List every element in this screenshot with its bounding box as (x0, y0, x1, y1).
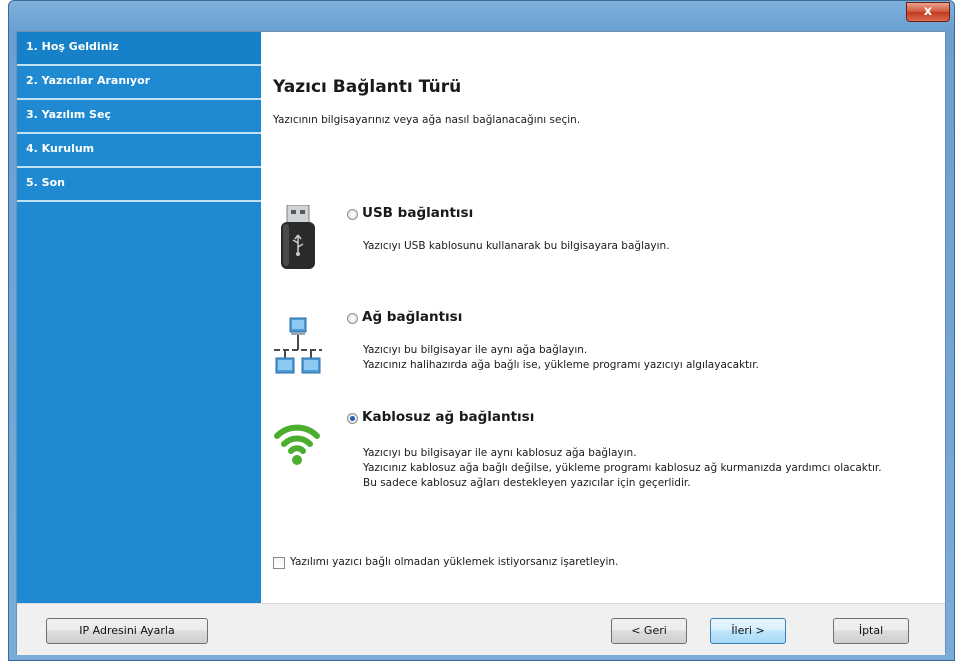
back-button[interactable]: < Geri (611, 618, 687, 644)
wireless-desc-line: Yazıcınız kablosuz ağa bağlı değilse, yü… (363, 462, 882, 474)
install-without-printer-checkbox[interactable] (273, 557, 285, 569)
network-option-description: Yazıcıyı bu bilgisayar ile aynı ağa bağl… (363, 343, 759, 373)
wireless-option-title: Kablosuz ağ bağlantısı (362, 409, 535, 425)
installer-window: x 1. Hoş Geldiniz 2. Yazıcılar Aranıyor … (8, 0, 955, 661)
sidebar-step-select-software: 3. Yazılım Seç (17, 100, 261, 134)
sidebar-step-searching-printers: 2. Yazıcılar Aranıyor (17, 66, 261, 100)
title-bar[interactable]: x (9, 1, 954, 31)
usb-option-description: Yazıcıyı USB kablosunu kullanarak bu bil… (363, 239, 670, 254)
network-option-title: Ağ bağlantısı (362, 309, 463, 325)
sidebar-step-finish: 5. Son (17, 168, 261, 202)
wireless-connection-option[interactable]: Kablosuz ağ bağlantısı Yazıcıyı bu bilgi… (273, 406, 943, 506)
window-client-area: 1. Hoş Geldiniz 2. Yazıcılar Aranıyor 3.… (16, 31, 946, 655)
set-ip-address-button[interactable]: IP Adresini Ayarla (46, 618, 208, 644)
main-panel: Yazıcı Bağlantı Türü Yazıcının bilgisaya… (261, 32, 945, 603)
usb-radio[interactable] (347, 209, 358, 220)
wireless-option-description: Yazıcıyı bu bilgisayar ile aynı kablosuz… (363, 446, 882, 491)
network-connection-option[interactable]: Ağ bağlantısı Yazıcıyı bu bilgisayar ile… (273, 306, 943, 386)
usb-option-title: USB bağlantısı (362, 205, 474, 221)
network-radio[interactable] (347, 313, 358, 324)
network-desc-line: Yazıcınız halihazırda ağa bağlı ise, yük… (363, 359, 759, 371)
sidebar-step-install: 4. Kurulum (17, 134, 261, 168)
wireless-radio[interactable] (347, 413, 358, 424)
footer-bar: IP Adresini Ayarla < Geri İleri > İptal (17, 603, 945, 655)
close-button[interactable]: x (906, 2, 950, 22)
wireless-desc-line: Bu sadece kablosuz ağları destekleyen ya… (363, 477, 691, 489)
sidebar-step-welcome: 1. Hoş Geldiniz (17, 32, 261, 66)
wifi-icon (274, 418, 320, 471)
usb-desc-line: Yazıcıyı USB kablosunu kullanarak bu bil… (363, 240, 670, 252)
page-subtitle: Yazıcının bilgisayarınız veya ağa nasıl … (273, 114, 581, 126)
usb-connection-option[interactable]: USB bağlantısı Yazıcıyı USB kablosunu ku… (273, 202, 943, 272)
network-desc-line: Yazıcıyı bu bilgisayar ile aynı ağa bağl… (363, 344, 588, 356)
network-icon (274, 316, 322, 381)
cancel-button[interactable]: İptal (833, 618, 909, 644)
wireless-desc-line: Yazıcıyı bu bilgisayar ile aynı kablosuz… (363, 447, 637, 459)
page-title: Yazıcı Bağlantı Türü (273, 77, 462, 97)
usb-drive-icon (278, 204, 318, 274)
next-button[interactable]: İleri > (710, 618, 786, 644)
install-without-printer-label: Yazılımı yazıcı bağlı olmadan yüklemek i… (290, 556, 619, 568)
steps-sidebar: 1. Hoş Geldiniz 2. Yazıcılar Aranıyor 3.… (17, 32, 261, 603)
